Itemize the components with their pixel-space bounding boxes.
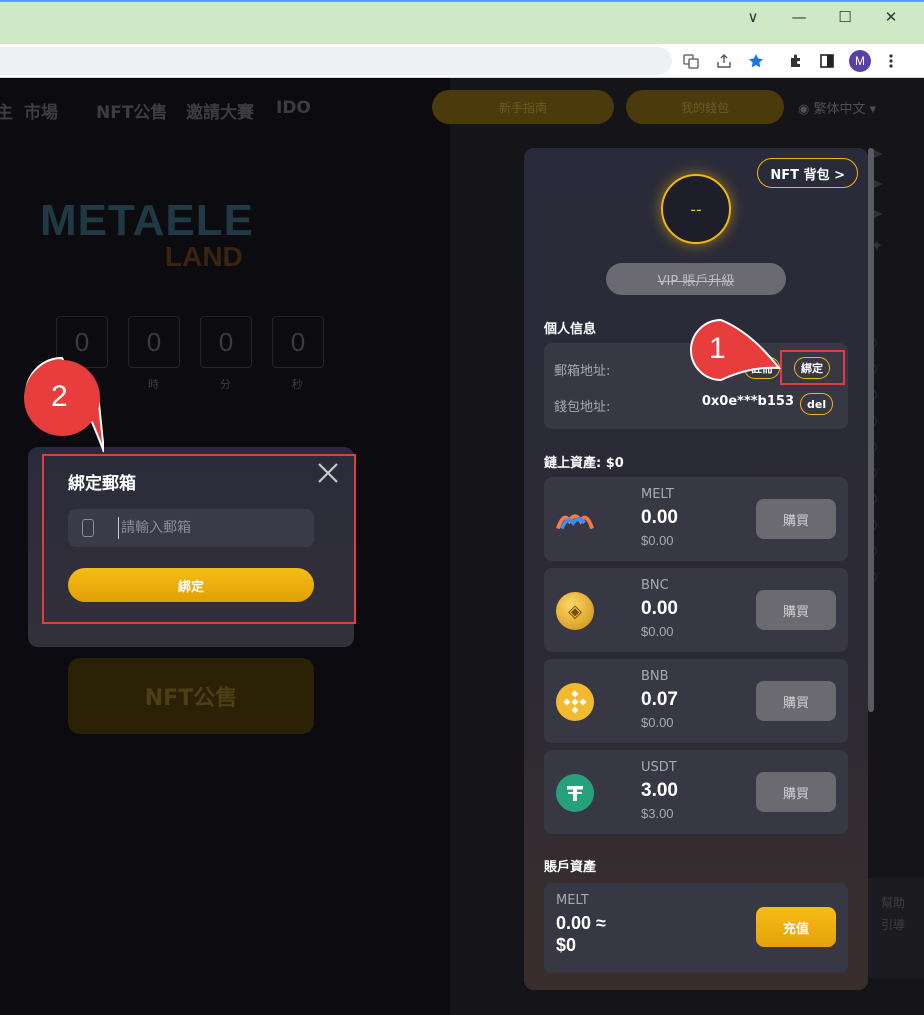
- extensions-icon[interactable]: [785, 50, 807, 72]
- guide-button[interactable]: 新手指南: [432, 90, 614, 124]
- wallet-scrollbar[interactable]: [868, 148, 874, 712]
- asset-amount: 3.00: [641, 780, 678, 801]
- asset-amount: 0.07: [641, 689, 678, 710]
- account-assets-title: 賬戶資產: [544, 860, 597, 875]
- account-asset-name: MELT: [556, 893, 589, 908]
- countdown-hours: 0: [128, 316, 180, 368]
- account-asset-amount: 0.00 ≈: [556, 913, 606, 933]
- account-asset-card: MELT 0.00 ≈ $0 充值: [544, 883, 848, 973]
- countdown-unit-seconds: 秒: [292, 378, 303, 391]
- nav-invite-contest[interactable]: 邀請大賽: [186, 98, 254, 123]
- asset-card-bnc: ◈ BNC 0.00 $0.00 購買: [544, 568, 848, 652]
- bookmark-star-icon[interactable]: [745, 50, 767, 72]
- asset-card-melt: MELT 0.00 $0.00 購買: [544, 477, 848, 561]
- asset-name: USDT: [641, 760, 677, 775]
- asset-usd-value: $0.00: [641, 624, 674, 639]
- buy-bnb-button[interactable]: 購買: [756, 681, 836, 721]
- asset-name: BNC: [641, 578, 669, 593]
- vip-upgrade-button[interactable]: VIP 賬戶升級: [606, 263, 786, 295]
- asset-usd-value: $3.00: [641, 806, 674, 821]
- asset-usd-value: $0.00: [641, 533, 674, 548]
- language-label: 繁体中文: [813, 102, 866, 117]
- onchain-assets-title: 鏈上資產: $0: [544, 456, 624, 471]
- step-2-marker: 2: [20, 354, 105, 454]
- site-logo-sub: LAND: [165, 241, 243, 272]
- countdown-unit-hours: 時: [148, 378, 159, 391]
- side-panel-icon[interactable]: [816, 50, 838, 72]
- melt-logo-icon: [556, 501, 594, 539]
- profile-avatar[interactable]: M: [849, 50, 871, 72]
- highlight-bind-modal: [42, 454, 356, 624]
- asset-amount: 0.00: [641, 598, 678, 619]
- buy-bnc-button[interactable]: 購買: [756, 590, 836, 630]
- asset-card-usdt: USDT 3.00 $3.00 購買: [544, 750, 848, 834]
- asset-name: BNB: [641, 669, 669, 684]
- bnc-coin-icon: ◈: [556, 592, 594, 630]
- wallet-panel: NFT 背包 > -- VIP 賬戶升級 個人信息 郵箱地址: 註冊 綁定 錢包…: [524, 148, 868, 990]
- del-button[interactable]: del: [800, 393, 834, 415]
- countdown-minutes: 0: [200, 316, 252, 368]
- countdown-seconds: 0: [272, 316, 324, 368]
- asset-usd-value: $0.00: [641, 715, 674, 730]
- help-label[interactable]: 幫助: [862, 892, 924, 914]
- nav-nft-sale[interactable]: NFT公售: [96, 98, 167, 123]
- step-1-marker: 1: [681, 318, 782, 382]
- address-input[interactable]: [0, 47, 672, 75]
- maximize-button[interactable]: ☐: [822, 2, 868, 32]
- vip-level-badge: --: [661, 174, 731, 244]
- nft-sale-button[interactable]: NFT公售: [68, 658, 314, 734]
- site-logo: METAELE: [40, 196, 254, 245]
- browser-titlebar: ∨ — ☐ ✕: [0, 0, 924, 44]
- nav-market[interactable]: 市場: [24, 98, 58, 123]
- minimize-button[interactable]: —: [776, 2, 822, 32]
- bnb-coin-icon: [556, 683, 594, 721]
- asset-card-bnb: BNB 0.07 $0.00 購買: [544, 659, 848, 743]
- email-label: 郵箱地址:: [554, 364, 611, 379]
- account-asset-usd: $0: [556, 935, 577, 955]
- buy-usdt-button[interactable]: 購買: [756, 772, 836, 812]
- step-1-number: 1: [709, 332, 726, 365]
- nav-prefix[interactable]: 主: [0, 98, 13, 123]
- my-wallet-button[interactable]: 我的錢包: [626, 90, 784, 124]
- menu-kebab-icon[interactable]: [880, 50, 902, 72]
- share-icon[interactable]: [713, 50, 735, 72]
- language-selector[interactable]: ◉ 繁体中文 ▾: [798, 98, 876, 117]
- wallet-address-value: 0x0e***b153: [701, 394, 794, 409]
- help-panel[interactable]: 幫助 引導: [862, 878, 924, 978]
- nav-ido[interactable]: IDO: [276, 98, 311, 118]
- usdt-coin-icon: [556, 774, 594, 812]
- translate-icon[interactable]: [680, 50, 702, 72]
- highlight-bind-button: [780, 350, 845, 385]
- browser-toolbar: M: [0, 44, 924, 78]
- asset-amount: 0.00: [641, 507, 678, 528]
- wallet-address-label: 錢包地址:: [554, 400, 611, 415]
- nft-bag-button[interactable]: NFT 背包 >: [757, 158, 858, 188]
- buy-melt-button[interactable]: 購買: [756, 499, 836, 539]
- close-window-button[interactable]: ✕: [868, 2, 914, 32]
- topup-button[interactable]: 充值: [756, 907, 836, 947]
- personal-info-title: 個人信息: [544, 322, 597, 337]
- guide-label[interactable]: 引導: [862, 914, 924, 936]
- tab-search-icon[interactable]: ∨: [730, 2, 776, 32]
- step-2-number: 2: [51, 380, 68, 413]
- countdown-unit-minutes: 分: [220, 378, 231, 391]
- asset-name: MELT: [641, 487, 674, 502]
